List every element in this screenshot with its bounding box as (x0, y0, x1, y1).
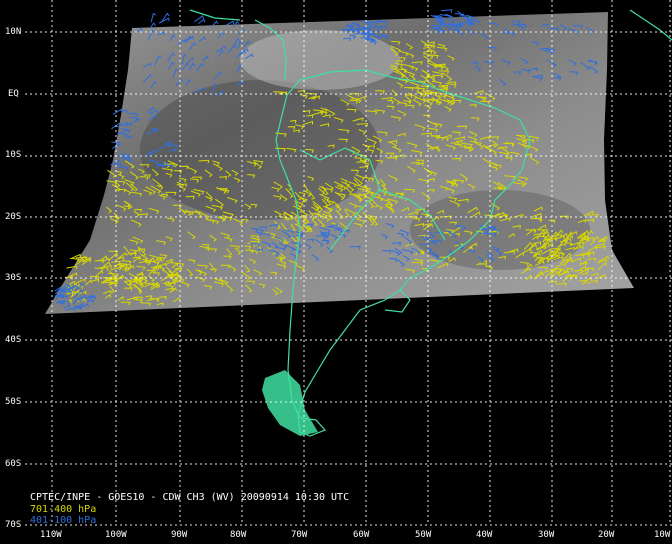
lat-label-30s: 30S (5, 273, 22, 283)
lon-label-40w: 40W (476, 530, 493, 540)
wind-barb (160, 12, 170, 23)
lat-label-eq: EQ (8, 89, 19, 99)
lon-label-110w: 110W (40, 530, 62, 540)
image-caption: CPTEC/INPE - GOES10 - CDW CH3 (WV) 20090… (30, 492, 350, 503)
lon-label-70w: 70W (291, 530, 308, 540)
patagonia-coast (262, 370, 318, 436)
lat-label-20s: 20S (5, 212, 22, 222)
legend-low-level: 701-400 hPa (30, 504, 97, 515)
lat-label-40s: 40S (5, 335, 22, 345)
lon-label-50w: 50W (415, 530, 432, 540)
legend-high-level: 401-100 hPa (30, 515, 97, 526)
map-canvas (25, 0, 672, 526)
wind-barb (441, 9, 453, 13)
lon-label-80w: 80W (230, 530, 247, 540)
lat-label-60s: 60S (5, 459, 22, 469)
satellite-map: 10N EQ 10S 20S 30S 40S 50S 60S 70S 110W … (0, 0, 672, 544)
lat-label-10n: 10N (5, 27, 22, 37)
lon-label-90w: 90W (171, 530, 188, 540)
wind-barb (150, 12, 157, 23)
wind-barb (69, 257, 80, 263)
lon-label-60w: 60W (353, 530, 370, 540)
lon-label-100w: 100W (105, 530, 127, 540)
lon-label-10w: 10W (654, 530, 671, 540)
lat-label-10s: 10S (5, 150, 22, 160)
wind-barb (112, 108, 124, 115)
wind-barb (198, 18, 206, 24)
lat-label-70s: 70S (5, 520, 22, 530)
moist-region (240, 30, 400, 90)
lon-label-20w: 20W (598, 530, 615, 540)
lon-label-30w: 30W (538, 530, 555, 540)
lat-label-50s: 50S (5, 397, 22, 407)
